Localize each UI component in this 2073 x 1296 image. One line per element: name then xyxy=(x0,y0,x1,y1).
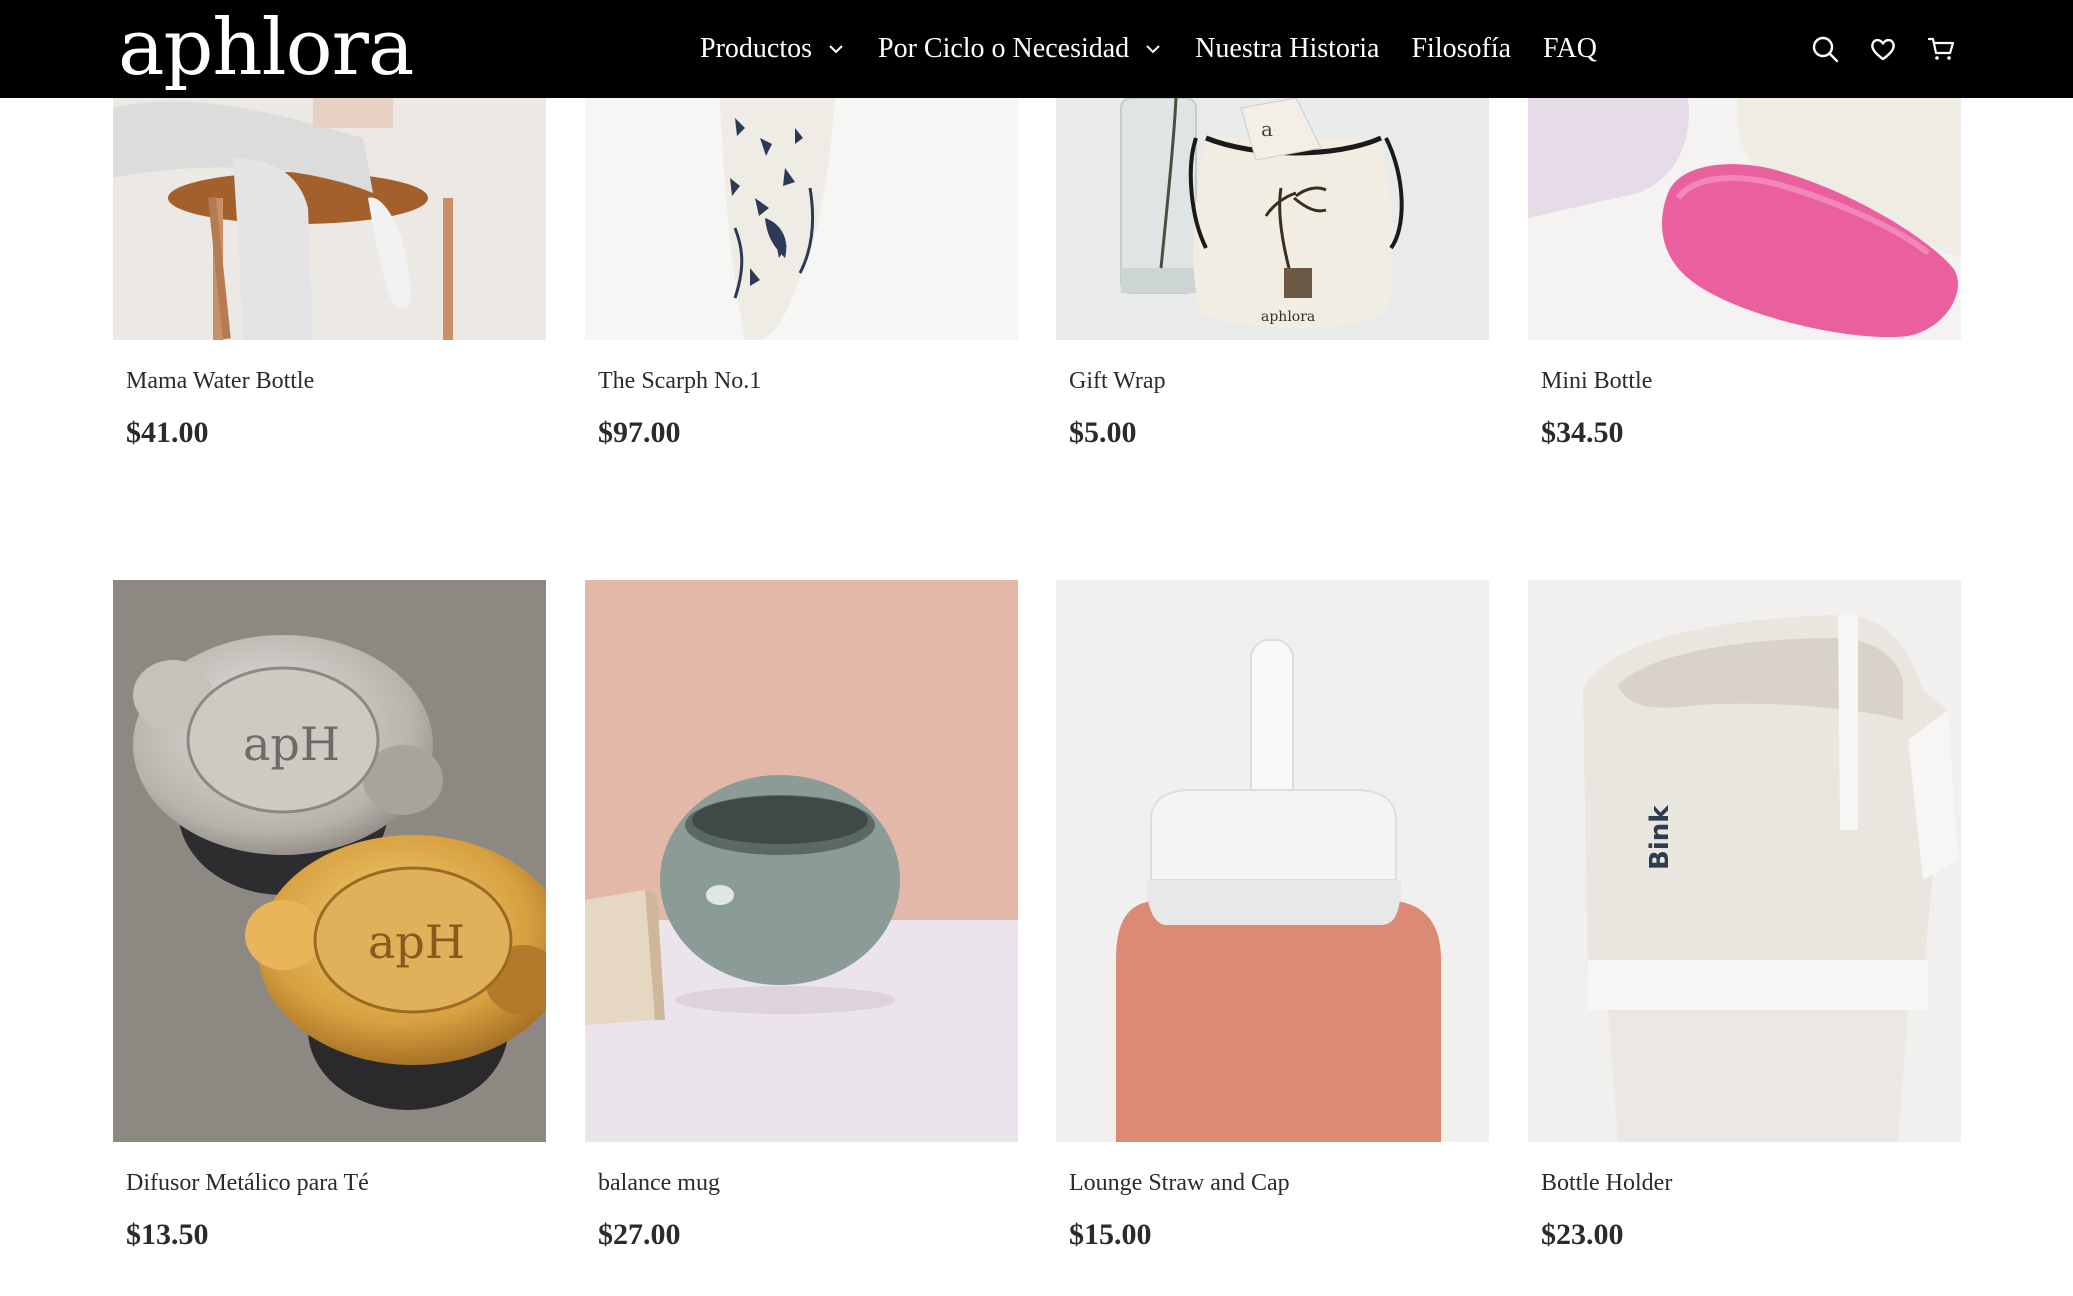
product-price: $5.00 xyxy=(1069,416,1137,449)
product-price: $97.00 xyxy=(598,416,681,449)
product-price: $23.00 xyxy=(1541,1218,1624,1251)
nav-item-faq[interactable]: FAQ xyxy=(1543,33,1597,65)
product-image[interactable] xyxy=(585,580,1018,1142)
product-name[interactable]: Lounge Straw and Cap xyxy=(1069,1170,1290,1197)
product-card[interactable]: Mini Bottle $34.50 xyxy=(1528,98,1961,449)
heart-icon[interactable] xyxy=(1869,35,1897,63)
product-card[interactable]: Mama Water Bottle $41.00 xyxy=(113,98,546,449)
product-image[interactable]: apH apH xyxy=(113,580,546,1142)
header-actions xyxy=(1811,0,1955,98)
main-nav: Productos Por Ciclo o Necesidad Nuestra … xyxy=(700,0,1629,98)
product-name[interactable]: balance mug xyxy=(598,1170,720,1197)
product-price: $34.50 xyxy=(1541,416,1624,449)
strainer-logo-text: apH xyxy=(368,915,465,969)
product-name[interactable]: Mini Bottle xyxy=(1541,368,1652,395)
product-price: $41.00 xyxy=(126,416,209,449)
chevron-down-icon xyxy=(1146,45,1160,54)
nav-label: Productos xyxy=(700,33,812,64)
holder-brand-text: Bink xyxy=(1645,805,1675,870)
product-price: $13.50 xyxy=(126,1218,209,1251)
product-price: $27.00 xyxy=(598,1218,681,1251)
nav-item-historia[interactable]: Nuestra Historia xyxy=(1195,33,1379,65)
nav-item-ciclo[interactable]: Por Ciclo o Necesidad xyxy=(878,33,1163,65)
product-name[interactable]: Difusor Metálico para Té xyxy=(126,1170,369,1197)
product-name[interactable]: Mama Water Bottle xyxy=(126,368,314,395)
nav-label: FAQ xyxy=(1543,33,1597,64)
cart-icon[interactable] xyxy=(1927,35,1955,63)
logo[interactable]: aphlora xyxy=(118,2,414,94)
product-image[interactable]: a aphlora xyxy=(1056,98,1489,340)
product-image[interactable] xyxy=(1528,98,1961,340)
product-name[interactable]: Gift Wrap xyxy=(1069,368,1166,395)
product-card[interactable]: balance mug $27.00 xyxy=(585,580,1018,1251)
gift-tag-text: a xyxy=(1261,117,1273,141)
nav-label: Nuestra Historia xyxy=(1195,33,1380,64)
product-card[interactable]: Lounge Straw and Cap $15.00 xyxy=(1056,580,1489,1251)
product-name[interactable]: Bottle Holder xyxy=(1541,1170,1672,1197)
product-image[interactable] xyxy=(1056,580,1489,1142)
site-header: aphlora Productos Por Ciclo o Necesidad … xyxy=(0,0,2073,98)
product-card[interactable]: The Scarph No.1 $97.00 xyxy=(585,98,1018,449)
nav-label: Por Ciclo o Necesidad xyxy=(878,33,1130,64)
product-image[interactable] xyxy=(585,98,1018,340)
nav-item-filosofia[interactable]: Filosofía xyxy=(1411,33,1511,65)
product-price: $15.00 xyxy=(1069,1218,1152,1251)
search-icon[interactable] xyxy=(1811,35,1839,63)
nav-label: Filosofía xyxy=(1411,33,1512,64)
product-image[interactable]: Bink xyxy=(1528,580,1961,1142)
chevron-down-icon xyxy=(829,45,843,54)
strainer-logo-text: apH xyxy=(243,717,340,771)
product-image[interactable] xyxy=(113,98,546,340)
product-card[interactable]: Bink Bottle Holder $23.00 xyxy=(1528,580,1961,1251)
bag-logo-text: aphlora xyxy=(1261,309,1315,325)
nav-item-productos[interactable]: Productos xyxy=(700,33,846,65)
product-card[interactable]: a aphlora Gift Wrap $5.00 xyxy=(1056,98,1489,449)
product-name[interactable]: The Scarph No.1 xyxy=(598,368,761,395)
product-card[interactable]: apH apH Difusor Metálico para Té $13.50 xyxy=(113,580,546,1251)
